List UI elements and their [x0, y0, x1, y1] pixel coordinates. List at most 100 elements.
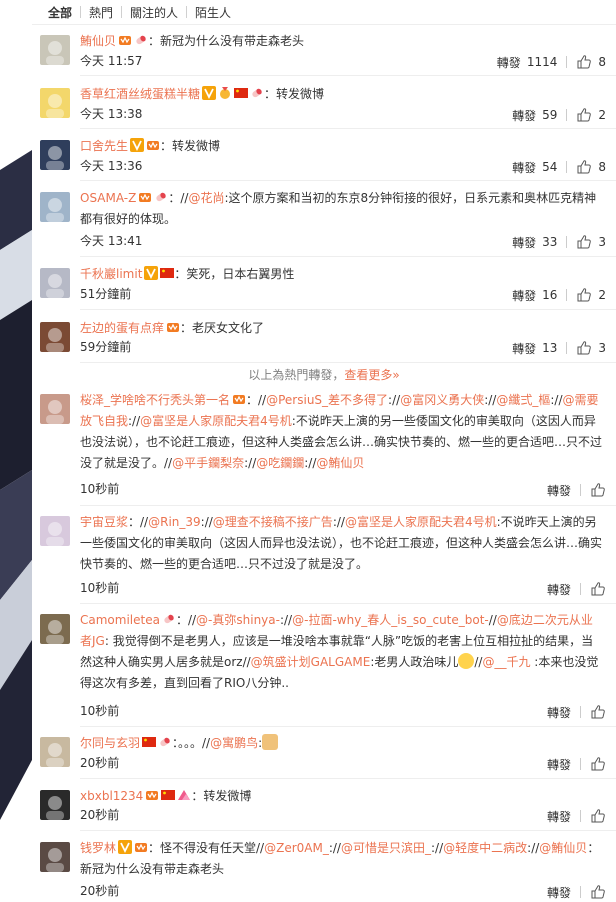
avatar[interactable]	[40, 192, 70, 222]
avatar[interactable]	[40, 394, 70, 424]
repost-button[interactable]: 轉發	[547, 704, 571, 721]
tab-following[interactable]: 關注的人	[122, 4, 186, 21]
item-divider	[80, 362, 616, 363]
repost-text: 鮪仙贝 ：新冠为什么没有带走森老头	[80, 31, 604, 52]
repost-button[interactable]: 轉發 16	[512, 287, 557, 304]
item-divider	[80, 309, 616, 310]
mention-link[interactable]: @富坚是人家原配夫君4号机	[345, 515, 497, 529]
mention-link[interactable]: @理查不接稿不接广告	[213, 515, 333, 529]
repost-button[interactable]: 轉發 13	[512, 340, 557, 357]
avatar[interactable]	[40, 35, 70, 65]
mention-link[interactable]: @__千九	[482, 655, 530, 669]
mention-link[interactable]: @鮪仙贝	[316, 456, 364, 470]
repost-label: 轉發	[512, 288, 537, 303]
user-name[interactable]: 左边的蛋有点痒	[80, 321, 164, 335]
v-badge-icon	[144, 266, 159, 280]
repost-text: 桜泽_学啥啥不行秃头第一名 ：//@PersiuS_差不多得了://@富冈义勇大侠…	[80, 390, 604, 474]
like-button[interactable]	[590, 704, 606, 720]
repost-button[interactable]: 轉發 54	[512, 159, 557, 176]
like-button[interactable]	[590, 884, 606, 900]
mention-link[interactable]: @轻度中二病改	[443, 841, 527, 855]
like-button[interactable]: 2	[576, 107, 606, 123]
mention-link[interactable]: @寓鹏鸟	[210, 736, 258, 750]
mention-link[interactable]: @富冈义勇大侠	[400, 393, 484, 407]
avatar[interactable]	[40, 614, 70, 644]
user-name[interactable]: Camomiletea	[80, 613, 160, 627]
mention-link[interactable]: @筑盛计划GALGAME	[251, 655, 371, 669]
mention-link[interactable]: @可惜是只滨田_	[341, 841, 431, 855]
repost-button[interactable]: 轉發	[547, 808, 571, 825]
mention-link[interactable]: @吃鑭鑭	[256, 456, 304, 470]
mention-link[interactable]: @富坚是人家原配夫君4号机	[140, 414, 292, 428]
like-button[interactable]	[590, 756, 606, 772]
mention-link[interactable]: @Zer0AM_	[264, 841, 329, 855]
user-name[interactable]: 千秋巖limit	[80, 267, 142, 281]
timestamp: 20秒前	[80, 884, 120, 898]
mention-link[interactable]: @平手鑭梨奈	[172, 456, 244, 470]
repost-button[interactable]: 轉發	[547, 581, 571, 598]
flag-icon	[160, 268, 175, 278]
user-name[interactable]: xbxbl1234	[80, 789, 143, 803]
see-more-link[interactable]: 查看更多»	[344, 368, 399, 382]
like-button[interactable]: 8	[576, 159, 606, 175]
repost-button[interactable]: 轉發 59	[512, 107, 557, 124]
like-count: 8	[598, 55, 606, 69]
user-name[interactable]: 尔同与玄羽	[80, 736, 140, 750]
user-name[interactable]: 宇宙豆浆	[80, 515, 128, 529]
tab-strangers[interactable]: 陌生人	[187, 4, 239, 21]
like-button[interactable]: 3	[576, 340, 606, 356]
avatar[interactable]	[40, 268, 70, 298]
mention-link[interactable]: @-真弥shinya-	[196, 613, 280, 627]
avatar[interactable]	[40, 140, 70, 170]
mention-link[interactable]: @纖弍_樞	[496, 393, 550, 407]
mention-link[interactable]: @PersiuS_差不多得了	[266, 393, 388, 407]
action-bar: 轉發 1114 8	[497, 52, 606, 72]
avatar[interactable]	[40, 88, 70, 118]
repost-button[interactable]: 轉發	[547, 884, 571, 901]
repost-count: 33	[542, 235, 558, 249]
repost-label: 轉發	[512, 160, 537, 175]
repost-button[interactable]: 轉發 1114	[497, 54, 558, 71]
action-bar: 轉發 54 8	[512, 157, 606, 177]
repost-meta: 10秒前 轉發	[80, 579, 606, 599]
repost-button[interactable]: 轉發 33	[512, 234, 557, 251]
text-segment: :老男人政治味儿	[370, 655, 459, 669]
user-name[interactable]: 桜泽_学啥啥不行秃头第一名	[80, 393, 230, 407]
text-segment: ://	[328, 841, 341, 855]
user-name[interactable]: 鮪仙贝	[80, 34, 116, 48]
mention-link[interactable]: @Rin_39	[148, 515, 201, 529]
like-button[interactable]: 8	[576, 54, 606, 70]
like-button[interactable]: 3	[576, 234, 606, 250]
avatar[interactable]	[40, 790, 70, 820]
mention-link[interactable]: @鮪仙贝	[539, 841, 587, 855]
like-button[interactable]	[590, 808, 606, 824]
like-button[interactable]: 2	[576, 287, 606, 303]
user-name[interactable]: 香草红酒丝绒蛋糕半糖	[80, 87, 200, 101]
text-segment: ：//	[246, 393, 267, 407]
action-divider	[566, 236, 568, 248]
avatar[interactable]	[40, 842, 70, 872]
like-button[interactable]	[590, 581, 606, 597]
avatar[interactable]	[40, 322, 70, 352]
like-button[interactable]	[590, 482, 606, 498]
user-name[interactable]: 钱罗林	[80, 841, 116, 855]
repost-meta: 20秒前 轉發	[80, 754, 606, 774]
thumbs-up-icon	[591, 705, 605, 719]
repost-meta: 今天 13:41 轉發 33 3	[80, 232, 606, 252]
repost-text: 香草红酒丝绒蛋糕半糖 ：转发微博	[80, 84, 604, 105]
repost-meta: 51分鐘前 轉發 16 2	[80, 285, 606, 305]
repost-button[interactable]: 轉發	[547, 756, 571, 773]
user-name[interactable]: OSAMA-Z	[80, 191, 136, 205]
user-name[interactable]: 口舍先生	[80, 139, 128, 153]
action-divider	[566, 161, 568, 173]
mention-link[interactable]: @花尚	[188, 191, 224, 205]
repost-button[interactable]: 轉發	[547, 482, 571, 499]
thumbs-up-icon	[577, 108, 592, 122]
tab-hot[interactable]: 熱門	[81, 4, 121, 21]
avatar[interactable]	[40, 516, 70, 546]
tab-all[interactable]: 全部	[40, 4, 80, 21]
mention-link[interactable]: @-拉面-why_春人_is_so_cute_bot-	[292, 613, 489, 627]
avatar[interactable]	[40, 737, 70, 767]
repost-label: 轉發	[546, 885, 571, 900]
like-count: 3	[598, 235, 606, 249]
